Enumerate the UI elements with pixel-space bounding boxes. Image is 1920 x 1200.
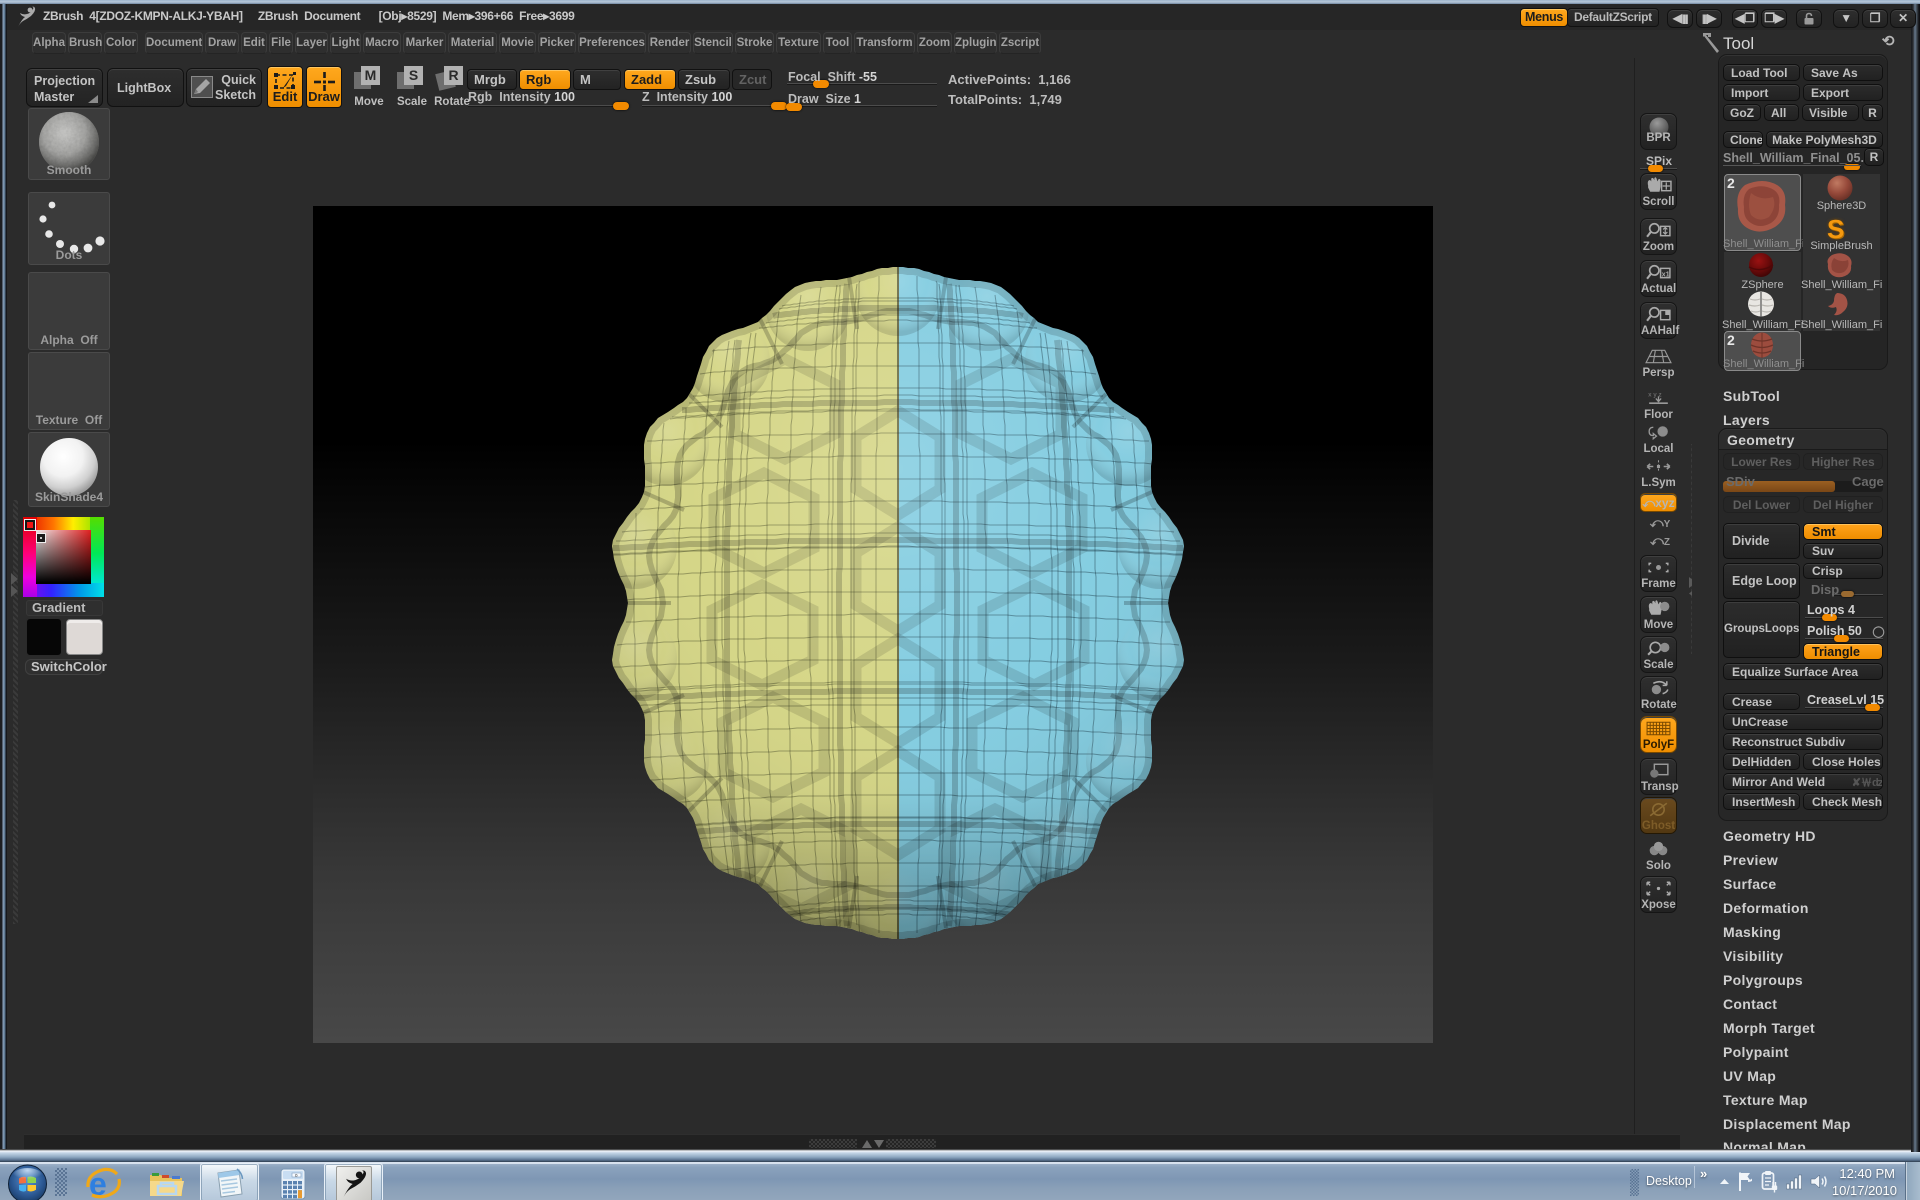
svg-text:x1: x1 xyxy=(1662,270,1670,279)
svg-text:x y z: x y z xyxy=(1648,391,1661,398)
